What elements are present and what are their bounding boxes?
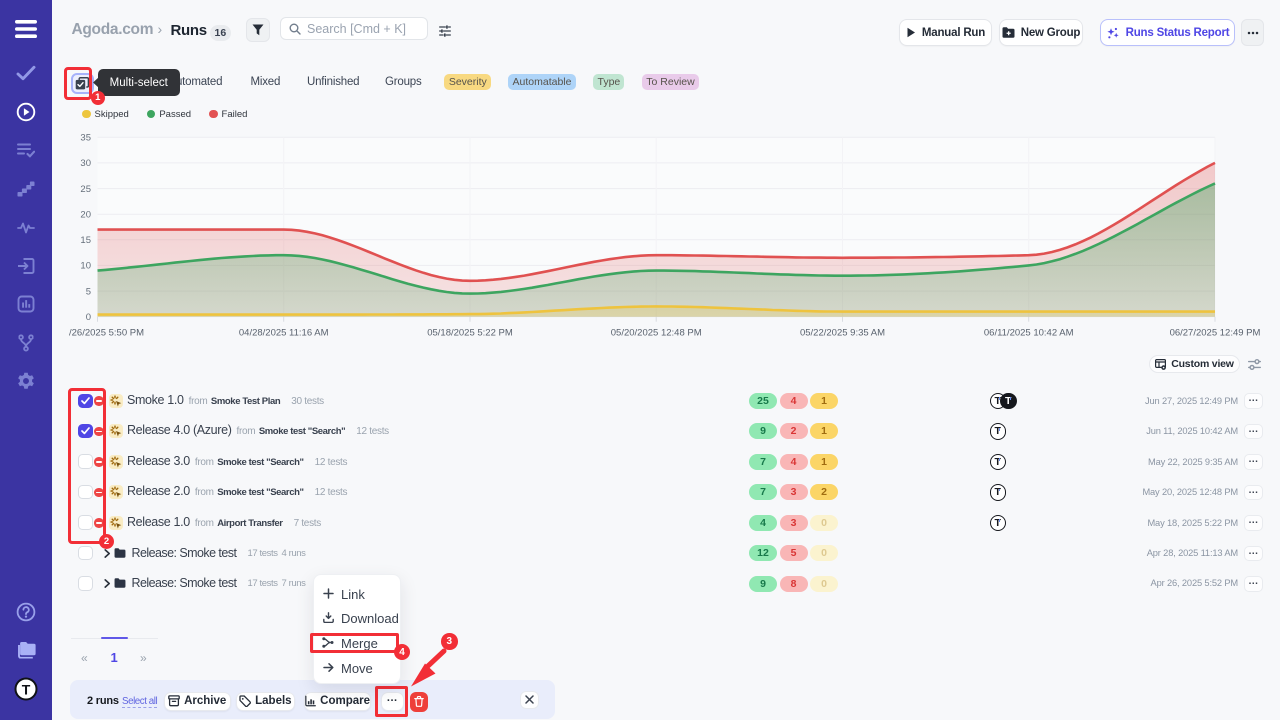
svg-text:06/11/2025 10:42 AM: 06/11/2025 10:42 AM (984, 328, 1074, 339)
svg-text:05/20/2025 12:48 PM: 05/20/2025 12:48 PM (611, 328, 702, 339)
svg-text:20: 20 (80, 210, 91, 221)
svg-text:/26/2025 5:50 PM: /26/2025 5:50 PM (69, 328, 144, 339)
svg-text:06/27/2025 12:49 PM: 06/27/2025 12:49 PM (1170, 328, 1261, 339)
svg-text:05/18/2025 5:22 PM: 05/18/2025 5:22 PM (427, 328, 513, 339)
svg-text:05/22/2025 9:35 AM: 05/22/2025 9:35 AM (800, 328, 885, 339)
svg-text:35: 35 (80, 133, 91, 144)
svg-text:15: 15 (80, 235, 91, 246)
svg-text:5: 5 (86, 286, 91, 297)
svg-text:0: 0 (86, 312, 91, 323)
svg-text:25: 25 (80, 184, 91, 195)
svg-text:30: 30 (80, 158, 91, 169)
svg-text:10: 10 (80, 261, 91, 272)
svg-text:04/28/2025 11:16 AM: 04/28/2025 11:16 AM (239, 328, 329, 339)
